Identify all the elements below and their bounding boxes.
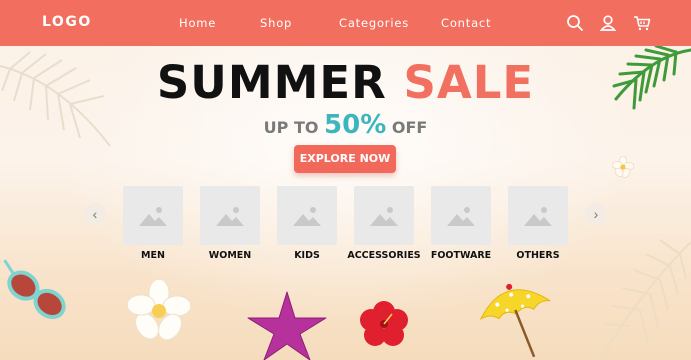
nav-contact-link[interactable]: Contact: [441, 16, 491, 30]
carousel-prev-button[interactable]: ‹: [84, 203, 106, 225]
nav-categories-link[interactable]: Categories: [339, 16, 409, 30]
discount-value: 50%: [324, 110, 387, 140]
hibiscus-flower-decoration: [360, 301, 408, 346]
sunglasses-decoration: [3, 259, 66, 320]
image-placeholder-icon: [277, 186, 337, 245]
category-accessories[interactable]: ACCESSORIES: [347, 186, 421, 261]
category-women[interactable]: WOMEN: [200, 186, 260, 261]
hero-subtitle: UP TO 50% OFF: [0, 110, 691, 140]
hero-title-sale: SALE: [403, 56, 535, 109]
frangipani-flower-decoration: [128, 280, 190, 341]
logo[interactable]: LOGO: [42, 14, 92, 30]
search-icon[interactable]: [566, 14, 584, 32]
carousel-next-button[interactable]: ›: [585, 203, 607, 225]
category-kids[interactable]: KIDS: [277, 186, 337, 261]
image-placeholder-icon: [354, 186, 414, 245]
nav-home-link[interactable]: Home: [179, 16, 216, 30]
hero-title-summer: SUMMER: [156, 56, 387, 109]
image-placeholder-icon: [123, 186, 183, 245]
nav-shop-link[interactable]: Shop: [260, 16, 292, 30]
image-placeholder-icon: [200, 186, 260, 245]
subtitle-prefix: UP TO: [263, 118, 319, 137]
image-placeholder-icon: [431, 186, 491, 245]
category-men[interactable]: MEN: [123, 186, 183, 261]
explore-now-button[interactable]: EXPLORE NOW: [294, 145, 396, 173]
starfish-decoration: [247, 291, 327, 360]
beach-umbrella-decoration: [480, 283, 551, 358]
category-others[interactable]: OTHERS: [508, 186, 568, 261]
cart-icon[interactable]: [633, 14, 651, 32]
user-icon[interactable]: [599, 14, 617, 32]
category-footware[interactable]: FOOTWARE: [431, 186, 491, 261]
small-flower-decoration: [612, 156, 634, 178]
chevron-left-icon: ‹: [92, 206, 98, 222]
chevron-right-icon: ›: [593, 206, 599, 222]
category-label: OTHERS: [516, 250, 560, 261]
image-placeholder-icon: [508, 186, 568, 245]
hero-title: SUMMER SALE: [0, 56, 691, 109]
subtitle-suffix: OFF: [391, 118, 428, 137]
top-navigation-bar: LOGO Home Shop Categories Contact: [0, 0, 691, 46]
